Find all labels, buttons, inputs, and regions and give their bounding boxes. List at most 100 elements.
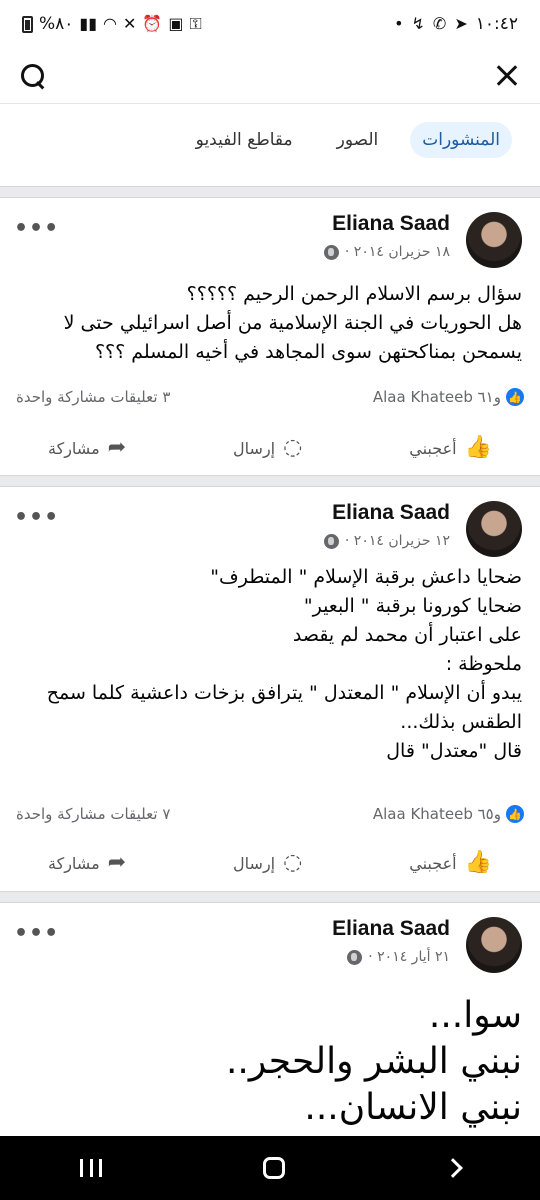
post-date[interactable]: ١٢ حزيران ٢٠١٤ · [345, 533, 450, 549]
like-reaction-icon: 👍 [506, 805, 524, 823]
like-button[interactable]: 👍 أعجبني [409, 437, 492, 459]
post-header: ••• Eliana Saad ١٨ حزيران ٢٠١٤ · [0, 212, 540, 268]
post-stats: ٧ تعليقات مشاركة واحدة Alaa Khateeb و٦٥ … [0, 805, 540, 829]
post-line: على اعتبار أن محمد لم يقصد [292, 624, 522, 646]
post-author[interactable]: Eliana Saad [332, 917, 450, 941]
post-author[interactable]: Eliana Saad [332, 501, 450, 525]
post-stats: ٣ تعليقات مشاركة واحدة Alaa Khateeb و٦١ … [0, 388, 540, 412]
telegram-icon: ➤ [454, 14, 468, 33]
sync-icon: ↯ [411, 14, 425, 33]
like-label: أعجبني [409, 853, 457, 873]
comments-shares-count[interactable]: ٧ تعليقات مشاركة واحدة [16, 805, 170, 823]
avatar[interactable] [466, 212, 522, 268]
post-meta: ١٨ حزيران ٢٠١٤ · [323, 244, 450, 260]
divider [0, 475, 540, 487]
reactors-text: Alaa Khateeb و٦٥ [372, 805, 501, 823]
share-label: مشاركة [48, 853, 100, 873]
battery-icon [22, 15, 33, 33]
post-line: يبدو أن الإسلام " المعتدل " يترافق بزخات… [46, 682, 522, 704]
tab-posts[interactable]: المنشورات [410, 122, 512, 158]
more-options-icon[interactable]: ••• [14, 505, 59, 530]
globe-icon [323, 244, 339, 260]
post-line: ضحايا داعش برقبة الإسلام " المتطرف" [210, 566, 522, 588]
send-label: إرسال [233, 853, 276, 873]
post-line: هل الحوريات في الجنة الإسلامية من أصل اس… [63, 312, 522, 334]
notification-dot-icon: • [394, 14, 404, 33]
comments-shares-count[interactable]: ٣ تعليقات مشاركة واحدة [16, 388, 170, 406]
more-options-icon[interactable]: ••• [14, 921, 59, 946]
more-options-icon[interactable]: ••• [14, 216, 59, 241]
post-text: سؤال برسم الاسلام الرحمن الرحيم ؟؟؟؟؟ هل… [17, 280, 522, 367]
post-line: ضحايا كورونا برقبة " البعير" [303, 595, 522, 617]
status-icons-left: %٨٠ ▮▮ ◠ ✕ ⏰ ▣ ⚿ [22, 14, 202, 34]
whatsapp-icon: ✆ [432, 14, 447, 33]
post-line: قال "معتدل" قال [386, 740, 522, 762]
tab-photos[interactable]: الصور [325, 122, 391, 158]
post-date[interactable]: ١٨ حزيران ٢٠١٤ · [345, 244, 450, 260]
wifi-icon: ◠ [103, 14, 117, 33]
post: ••• Eliana Saad ٢١ أيار ٢٠١٤ · سوا... نب… [0, 903, 540, 1136]
globe-icon [347, 949, 363, 965]
post-line: نبني البشر والحجر.. [225, 1041, 522, 1082]
post-actions: ➦ مشاركة ◌ إرسال 👍 أعجبني [0, 424, 540, 472]
messenger-icon: ◌ [283, 435, 303, 460]
share-arrow-icon: ➦ [107, 435, 127, 460]
status-time: ١٠:٤٢ [475, 14, 518, 34]
post: ••• Eliana Saad ١٢ حزيران ٢٠١٤ · ضحايا د… [0, 487, 540, 891]
post-text: سوا... نبني البشر والحجر.. نبني الانسان.… [17, 993, 522, 1131]
vpn-icon: ▣ [168, 14, 184, 33]
post-text: ضحايا داعش برقبة الإسلام " المتطرف" ضحاي… [17, 563, 522, 766]
like-reaction-icon: 👍 [506, 388, 524, 406]
post-line: نبني الانسان... [304, 1087, 522, 1128]
post: ••• Eliana Saad ١٨ حزيران ٢٠١٤ · سؤال بر… [0, 198, 540, 475]
post-line: ملحوظة : [445, 653, 522, 675]
post-header: ••• Eliana Saad ٢١ أيار ٢٠١٤ · [0, 917, 540, 973]
thumb-up-icon: 👍 [464, 850, 492, 875]
send-button[interactable]: ◌ إرسال [233, 437, 302, 459]
status-icons-right: • ↯ ✆ ➤ ١٠:٤٢ [394, 14, 518, 34]
reactions-summary[interactable]: Alaa Khateeb و٦١ 👍 [373, 388, 524, 406]
thumb-up-icon: 👍 [464, 435, 492, 460]
post-line: يسمحن بمناكحتهن سوى المجاهد في أخيه المس… [94, 341, 522, 363]
post-author[interactable]: Eliana Saad [332, 212, 450, 236]
share-button[interactable]: ➦ مشاركة [48, 437, 126, 459]
alarm-icon: ⏰ [142, 14, 163, 33]
post-actions: ➦ مشاركة ◌ إرسال 👍 أعجبني [0, 839, 540, 887]
like-button[interactable]: 👍 أعجبني [409, 852, 492, 874]
tab-videos[interactable]: مقاطع الفيديو [184, 122, 305, 158]
top-bar [0, 48, 540, 104]
status-bar: %٨٠ ▮▮ ◠ ✕ ⏰ ▣ ⚿ • ↯ ✆ ➤ ١٠:٤٢ [0, 0, 540, 48]
search-icon[interactable] [18, 61, 48, 91]
post-meta: ١٢ حزيران ٢٠١٤ · [323, 533, 450, 549]
like-label: أعجبني [409, 438, 457, 458]
recents-icon[interactable] [80, 1159, 103, 1177]
share-label: مشاركة [48, 438, 100, 458]
close-icon[interactable] [492, 61, 522, 91]
send-label: إرسال [233, 438, 276, 458]
post-meta: ٢١ أيار ٢٠١٤ · [347, 949, 450, 965]
post-line: سؤال برسم الاسلام الرحمن الرحيم ؟؟؟؟؟ [186, 283, 522, 305]
post-line: سوا... [428, 995, 522, 1036]
divider [0, 186, 540, 198]
home-icon[interactable] [262, 1157, 285, 1179]
post-header: ••• Eliana Saad ١٢ حزيران ٢٠١٤ · [0, 501, 540, 557]
post-line: الطقس بذلك... [400, 711, 522, 733]
back-icon[interactable] [442, 1158, 463, 1178]
reactors-text: Alaa Khateeb و٦١ [372, 388, 501, 406]
reactions-summary[interactable]: Alaa Khateeb و٦٥ 👍 [373, 805, 524, 823]
send-button[interactable]: ◌ إرسال [233, 852, 302, 874]
avatar[interactable] [466, 501, 522, 557]
battery-percent: %٨٠ [39, 14, 74, 34]
share-arrow-icon: ➦ [107, 850, 127, 875]
mute-icon: ✕ [123, 14, 137, 33]
globe-icon [323, 533, 339, 549]
share-button[interactable]: ➦ مشاركة [48, 852, 126, 874]
messenger-icon: ◌ [283, 850, 303, 875]
divider [0, 891, 540, 903]
key-icon: ⚿ [189, 14, 202, 33]
avatar[interactable] [466, 917, 522, 973]
signal-icon: ▮▮ [79, 14, 98, 33]
post-date[interactable]: ٢١ أيار ٢٠١٤ · [368, 949, 450, 965]
system-nav-bar [0, 1136, 540, 1200]
filter-tabs: المنشورات الصور مقاطع الفيديو [184, 112, 512, 168]
